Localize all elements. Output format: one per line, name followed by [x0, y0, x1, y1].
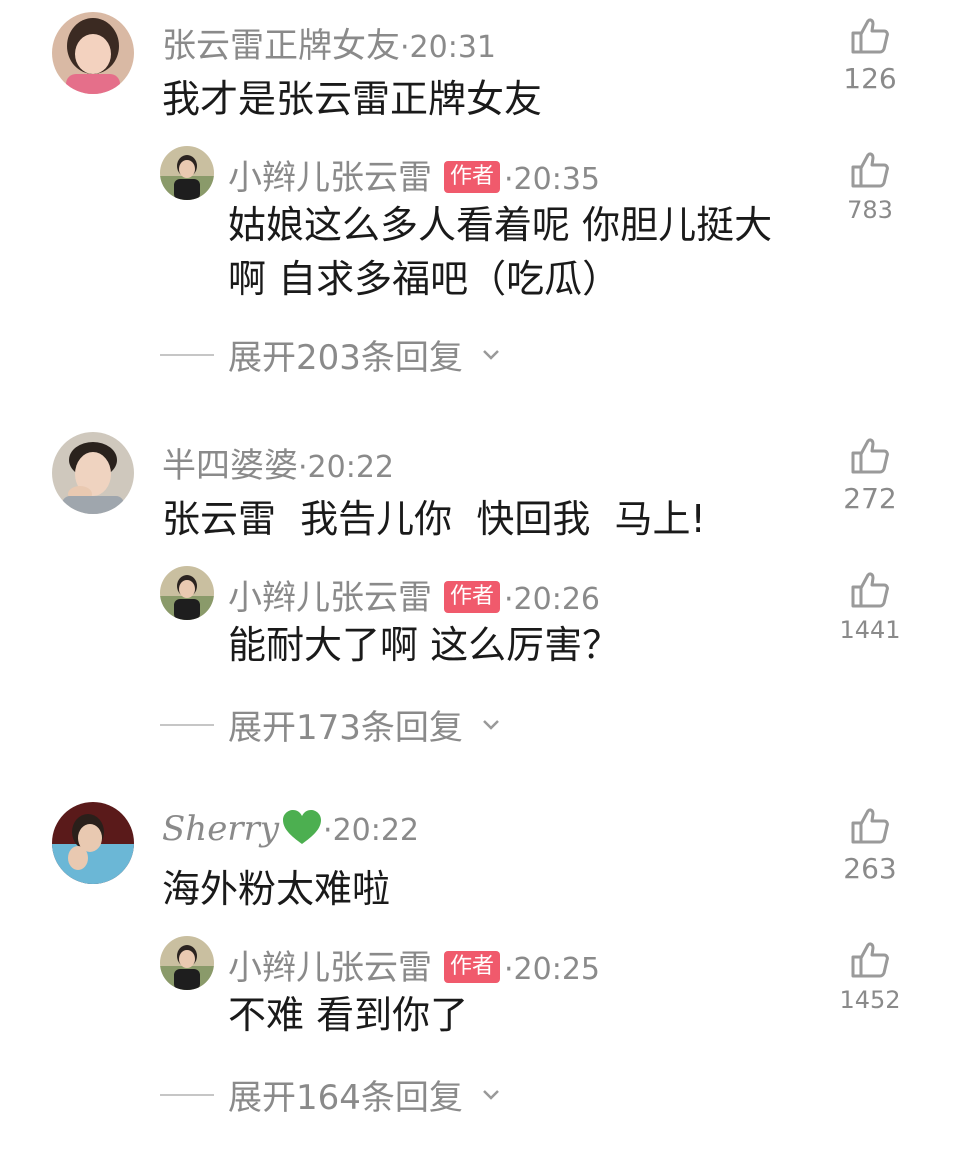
chevron-down-icon: [483, 349, 499, 360]
like-button[interactable]: 263: [820, 806, 920, 885]
green-heart-icon: [283, 810, 322, 844]
thumbs-up-icon: [851, 18, 889, 54]
comment-meta: 半四婆婆·20:22: [162, 438, 394, 487]
comment-text: 我才是张云雷正牌女友: [162, 77, 543, 121]
avatar[interactable]: [52, 802, 134, 884]
divider: [160, 353, 214, 356]
author-badge: 作者: [444, 581, 501, 613]
avatar[interactable]: [52, 12, 134, 94]
comment-text: 海外粉太难啦: [162, 867, 391, 911]
like-button[interactable]: 1452: [820, 940, 920, 1014]
divider: [160, 723, 214, 726]
thumbs-up-icon: [851, 808, 889, 844]
username[interactable]: 小辫儿张云雷: [228, 158, 432, 198]
comment-meta: 小辫儿张云雷 作者 ·20:35: [228, 150, 600, 199]
avatar[interactable]: [160, 146, 214, 200]
username[interactable]: 半四婆婆: [162, 446, 298, 486]
like-count: 126: [843, 62, 897, 95]
avatar[interactable]: [160, 936, 214, 990]
timestamp: ·20:31: [400, 30, 496, 65]
timestamp: ·20:25: [504, 952, 601, 987]
comment-meta: 小辫儿张云雷 作者 ·20:26: [228, 570, 600, 619]
chevron-down-icon: [483, 1089, 499, 1100]
timestamp: ·20:22: [323, 813, 420, 848]
expand-label: 展开164条回复: [228, 1078, 463, 1118]
avatar[interactable]: [160, 566, 214, 620]
expand-label: 展开173条回复: [228, 708, 463, 748]
expand-label: 展开203条回复: [228, 338, 463, 378]
author-badge: 作者: [444, 951, 501, 983]
chevron-down-icon: [483, 719, 499, 730]
thumbs-up-icon: [851, 572, 889, 608]
expand-replies-button[interactable]: 展开203条回复: [160, 330, 501, 379]
like-count: 1452: [839, 986, 901, 1014]
reply-text: 不难 看到你了: [228, 993, 469, 1037]
username[interactable]: 小辫儿张云雷: [228, 578, 432, 618]
username[interactable]: 小辫儿张云雷: [228, 948, 432, 988]
username[interactable]: 张云雷正牌女友: [162, 26, 400, 66]
like-count: 783: [847, 196, 893, 224]
comment-meta: 张云雷正牌女友·20:31: [162, 18, 496, 67]
thumbs-up-icon: [851, 152, 889, 188]
comment-meta: Sherry ·20:22: [162, 808, 419, 849]
reply-text: 能耐大了啊 这么厉害？: [228, 623, 621, 667]
like-count: 263: [843, 852, 897, 885]
like-button[interactable]: 783: [820, 150, 920, 224]
like-count: 1441: [839, 616, 901, 644]
comment-text: 张云雷 我告儿你 快回我 马上!: [162, 497, 706, 541]
divider: [160, 1093, 214, 1096]
thumbs-up-icon: [851, 438, 889, 474]
timestamp: ·20:26: [504, 582, 601, 617]
timestamp: ·20:22: [298, 450, 394, 485]
timestamp: ·20:35: [504, 162, 601, 197]
reply-text: 姑娘这么多人看着呢 你胆儿挺大啊 自求多福吧（吃瓜）: [228, 203, 773, 301]
like-button[interactable]: 126: [820, 16, 920, 95]
like-count: 272: [843, 482, 897, 515]
like-button[interactable]: 1441: [820, 570, 920, 644]
comment-meta: 小辫儿张云雷 作者 ·20:25: [228, 940, 600, 989]
avatar[interactable]: [52, 432, 134, 514]
expand-replies-button[interactable]: 展开164条回复: [160, 1070, 501, 1119]
author-badge: 作者: [444, 161, 501, 193]
username[interactable]: Sherry: [162, 809, 279, 849]
like-button[interactable]: 272: [820, 436, 920, 515]
thumbs-up-icon: [851, 942, 889, 978]
expand-replies-button[interactable]: 展开173条回复: [160, 700, 501, 749]
